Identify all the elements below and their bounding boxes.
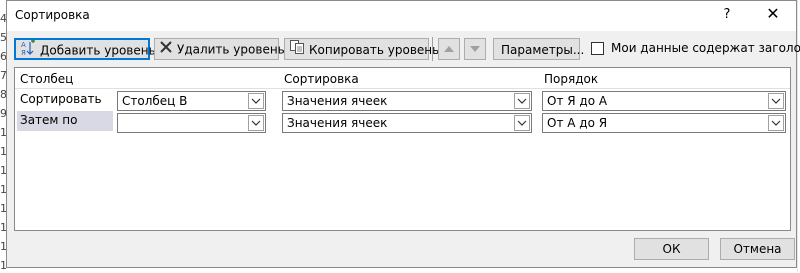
move-up-button[interactable] <box>438 38 460 60</box>
copy-level-button[interactable]: Копировать уровень <box>284 38 439 61</box>
move-down-button[interactable] <box>464 38 486 60</box>
sort-dialog: Сортировка ? ✕ А Я Добавить уровень Удал… <box>6 0 800 268</box>
arrow-down-icon <box>470 46 480 52</box>
header-divider <box>15 88 790 89</box>
ok-label: ОК <box>662 242 681 256</box>
sort-on-select-value: Значения ячеек <box>287 116 388 130</box>
help-button[interactable]: ? <box>719 7 735 22</box>
chevron-down-icon[interactable] <box>248 93 264 109</box>
title-bar: Сортировка ? ✕ <box>7 1 796 31</box>
dialog-title: Сортировка <box>15 8 90 22</box>
close-button[interactable]: ✕ <box>763 4 783 23</box>
add-level-button[interactable]: А Я Добавить уровень <box>14 38 156 61</box>
column-select-value: Столбец B <box>122 94 188 108</box>
sort-on-select[interactable]: Значения ячеек <box>282 113 532 133</box>
add-level-label: Добавить уровень <box>40 43 156 58</box>
sort-on-header: Сортировка <box>284 72 359 86</box>
options-label: Параметры... <box>501 42 585 57</box>
chevron-down-icon[interactable] <box>248 115 264 131</box>
add-level-icon: А Я <box>20 39 36 61</box>
toolbar-separator <box>432 37 433 61</box>
column-select[interactable] <box>117 113 266 133</box>
delete-x-icon <box>159 40 173 60</box>
chevron-down-icon[interactable] <box>768 115 784 131</box>
delete-level-button[interactable]: Удалить уровень <box>154 38 285 60</box>
then-by-label: Затем по <box>17 111 113 131</box>
options-button[interactable]: Параметры... <box>493 38 584 60</box>
order-header: Порядок <box>544 72 599 86</box>
svg-text:Я: Я <box>21 49 26 56</box>
arrow-up-icon <box>444 46 454 52</box>
cancel-button[interactable]: Отмена <box>720 238 795 260</box>
sort-by-label: Сортировать по <box>20 92 102 124</box>
column-header: Столбец <box>20 72 74 86</box>
sort-on-select-value: Значения ячеек <box>287 94 388 108</box>
ok-button[interactable]: ОК <box>634 238 709 260</box>
order-select[interactable]: От Я до А <box>542 91 786 111</box>
copy-level-label: Копировать уровень <box>309 43 440 57</box>
headers-checkbox-label: Мои данные содержат заголовки <box>611 41 800 55</box>
order-select[interactable]: От А до Я <box>542 113 786 133</box>
delete-level-label: Удалить уровень <box>177 42 285 57</box>
chevron-down-icon[interactable] <box>768 93 784 109</box>
column-select[interactable]: Столбец B <box>117 91 266 111</box>
chevron-down-icon[interactable] <box>514 93 530 109</box>
svg-text:А: А <box>21 41 26 49</box>
copy-icon <box>289 39 305 61</box>
sort-on-select[interactable]: Значения ячеек <box>282 91 532 111</box>
cancel-label: Отмена <box>733 242 782 256</box>
sort-levels-grid: Столбец Сортировка Порядок Сортировать п… <box>14 67 791 231</box>
headers-checkbox[interactable] <box>591 42 604 55</box>
chevron-down-icon[interactable] <box>514 115 530 131</box>
order-select-value: От Я до А <box>547 94 608 108</box>
order-select-value: От А до Я <box>547 116 608 130</box>
